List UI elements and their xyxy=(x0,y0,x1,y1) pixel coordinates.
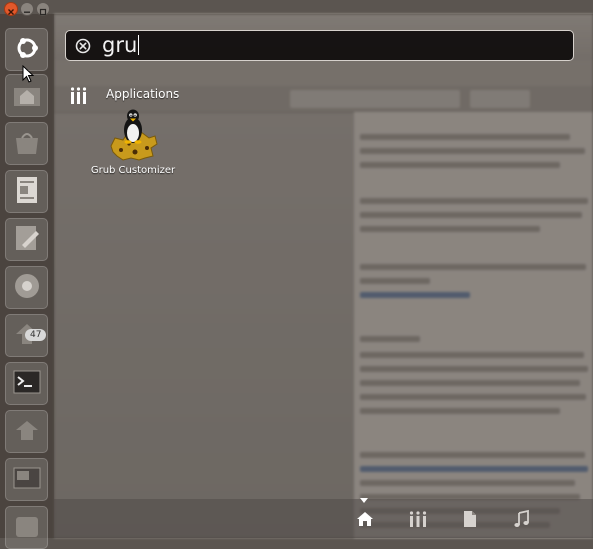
launcher-item-workspace-switcher[interactable] xyxy=(5,458,48,501)
home-folder-icon xyxy=(12,80,42,112)
result-grub-customizer[interactable]: Grub Customizer xyxy=(88,108,178,180)
launcher-item-network[interactable] xyxy=(5,410,48,453)
launcher-item-chromium[interactable] xyxy=(5,266,48,309)
files-lens-icon[interactable] xyxy=(460,509,480,529)
workspace-switcher-icon xyxy=(12,465,42,495)
text-editor-icon xyxy=(12,223,42,257)
trash-icon xyxy=(12,513,42,543)
dash-search-box[interactable]: gru xyxy=(65,30,574,61)
launcher-item-trash[interactable] xyxy=(5,506,48,549)
mouse-pointer-icon xyxy=(22,64,35,83)
chromium-icon xyxy=(12,271,42,305)
search-input[interactable]: gru xyxy=(102,32,542,59)
maximize-window-icon[interactable] xyxy=(36,2,50,16)
document-viewer-icon xyxy=(14,175,40,209)
lens-bar xyxy=(54,498,593,538)
search-query-text: gru xyxy=(102,33,138,57)
launcher-badge-count: 47 xyxy=(25,329,47,341)
result-label: Grub Customizer xyxy=(90,165,176,176)
text-caret xyxy=(138,35,140,55)
close-window-icon[interactable] xyxy=(4,2,18,16)
applications-category-icon xyxy=(70,87,87,104)
music-lens-icon[interactable] xyxy=(512,509,532,529)
launcher-item-text-editor[interactable] xyxy=(5,218,48,261)
active-lens-indicator xyxy=(360,498,368,503)
software-center-icon xyxy=(12,128,42,160)
clear-search-icon[interactable] xyxy=(75,38,91,54)
category-label: Applications xyxy=(106,87,180,101)
launcher-item-terminal[interactable] xyxy=(5,362,48,405)
launcher-item-software-center[interactable] xyxy=(5,122,48,165)
grub-customizer-penguin-icon xyxy=(105,108,159,162)
ubuntu-dash-icon xyxy=(12,33,42,67)
launcher: 47 xyxy=(0,14,54,549)
network-icon xyxy=(12,416,42,448)
applications-lens-icon[interactable] xyxy=(408,509,428,529)
launcher-item-document-viewer[interactable] xyxy=(5,170,48,213)
terminal-icon xyxy=(12,369,42,399)
minimize-window-icon[interactable] xyxy=(20,2,34,16)
home-lens-icon[interactable] xyxy=(355,509,375,529)
